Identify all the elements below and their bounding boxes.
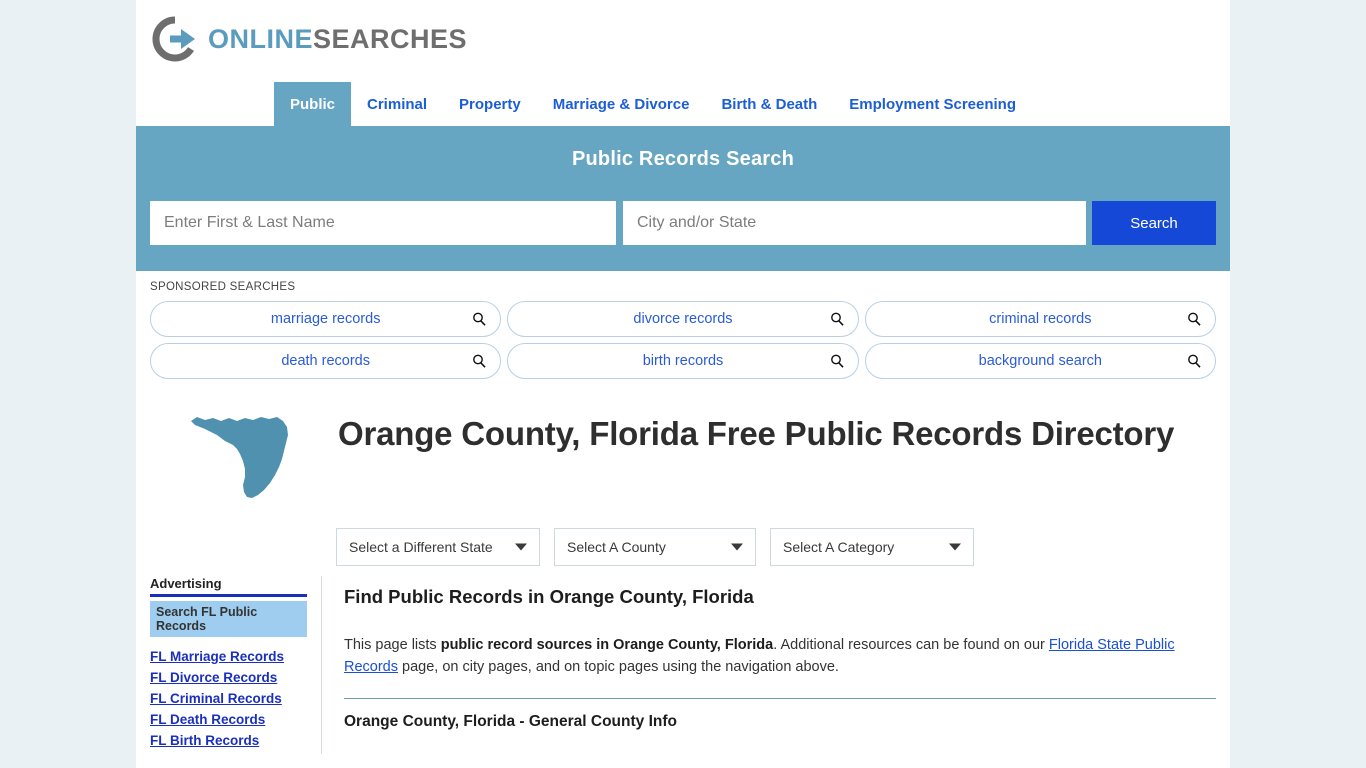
chevron-down-icon (731, 543, 743, 551)
sidebar-link-fl-marriage-records[interactable]: FL Marriage Records (150, 649, 307, 664)
florida-state-map-icon (150, 397, 338, 510)
magnifier-icon (472, 312, 486, 326)
magnifier-icon (830, 312, 844, 326)
county-select[interactable]: Select A County (554, 528, 756, 566)
site-header: ONLINESEARCHES (136, 0, 1230, 82)
location-search-input[interactable] (623, 201, 1086, 245)
sidebar-link-fl-death-records[interactable]: FL Death Records (150, 712, 307, 727)
sponsored-pill-label: divorce records (633, 311, 733, 327)
search-panel-title: Public Records Search (571, 148, 795, 170)
intro-text-2: . Additional resources can be found on o… (773, 637, 1049, 653)
sponsored-pill-marriage-records[interactable]: marriage records (150, 301, 502, 337)
advertising-link-list: FL Marriage Records FL Divorce Records F… (150, 649, 307, 748)
search-form: Search (150, 201, 1216, 245)
sponsored-searches-label: SPONSORED SEARCHES (150, 281, 296, 293)
sponsored-searches-section: SPONSORED SEARCHES marriage records divo… (136, 271, 1230, 379)
main-content: Find Public Records in Orange County, Fl… (322, 576, 1216, 754)
sponsored-pill-label: death records (281, 353, 370, 369)
logo-wordmark: ONLINESEARCHES (208, 23, 468, 54)
county-select-label: Select A County (567, 539, 666, 555)
nav-item-property[interactable]: Property (443, 82, 537, 126)
name-search-input[interactable] (150, 201, 616, 245)
page-container: ONLINESEARCHES Public Criminal Property … (136, 0, 1230, 768)
nav-item-criminal[interactable]: Criminal (351, 82, 443, 126)
magnifier-icon (472, 354, 486, 368)
magnifier-icon (1187, 354, 1201, 368)
sidebar-link-fl-birth-records[interactable]: FL Birth Records (150, 733, 307, 748)
nav-item-employment-screening[interactable]: Employment Screening (833, 82, 1032, 126)
sidebar-link-fl-criminal-records[interactable]: FL Criminal Records (150, 691, 307, 706)
sponsored-row-2: death records birth records background s… (150, 343, 1216, 379)
nav-item-marriage-divorce[interactable]: Marriage & Divorce (537, 82, 706, 126)
sponsored-pill-birth-records[interactable]: birth records (507, 343, 859, 379)
chevron-down-icon (949, 543, 961, 551)
circle-arrow-logo-icon (152, 16, 198, 62)
search-submit-button[interactable]: Search (1092, 201, 1216, 245)
intro-text-1: This page lists (344, 637, 441, 653)
main-navigation: Public Criminal Property Marriage & Divo… (136, 82, 1230, 126)
sponsored-row-1: marriage records divorce records crimina… (150, 301, 1216, 337)
sponsored-pill-label: background search (978, 353, 1102, 369)
page-title: Orange County, Florida Free Public Recor… (338, 415, 1175, 452)
page-body: Advertising Search FL Public Records FL … (136, 566, 1230, 754)
page-title-block: Orange County, Florida Free Public Recor… (136, 385, 1230, 510)
public-records-search-panel: Public Records Search Search (136, 126, 1230, 271)
nav-item-birth-death[interactable]: Birth & Death (705, 82, 833, 126)
site-logo[interactable]: ONLINESEARCHES (152, 16, 1230, 62)
sidebar-link-fl-divorce-records[interactable]: FL Divorce Records (150, 670, 307, 685)
filter-selectors: Select a Different State Select A County… (136, 510, 1230, 566)
sponsored-pill-label: criminal records (989, 311, 1092, 327)
category-select-label: Select A Category (783, 539, 895, 555)
nav-item-public[interactable]: Public (274, 82, 352, 126)
advertising-sidebar: Advertising Search FL Public Records FL … (150, 576, 322, 754)
section-heading: Find Public Records in Orange County, Fl… (344, 586, 754, 607)
logo-word-online: ONLINE (208, 23, 314, 54)
advertising-heading: Advertising (150, 576, 222, 591)
magnifier-icon (830, 354, 844, 368)
intro-paragraph: This page lists public record sources in… (344, 634, 1216, 678)
category-select[interactable]: Select A Category (770, 528, 974, 566)
sponsored-pill-divorce-records[interactable]: divorce records (507, 301, 859, 337)
sponsored-pill-background-search[interactable]: background search (864, 343, 1216, 379)
advertising-divider (150, 594, 307, 597)
sponsored-pill-label: birth records (642, 353, 724, 369)
general-county-info-heading: Orange County, Florida - General County … (344, 713, 677, 730)
sponsored-pill-death-records[interactable]: death records (150, 343, 502, 379)
search-fl-public-records-button[interactable]: Search FL Public Records (150, 601, 307, 637)
state-select-label: Select a Different State (349, 539, 493, 555)
content-divider (344, 698, 1216, 699)
state-select[interactable]: Select a Different State (336, 528, 540, 566)
sponsored-pill-criminal-records[interactable]: criminal records (864, 301, 1216, 337)
sponsored-pill-label: marriage records (270, 311, 381, 327)
intro-text-3: page, on city pages, and on topic pages … (398, 659, 839, 675)
logo-word-searches: SEARCHES (313, 23, 468, 54)
chevron-down-icon (515, 543, 527, 551)
magnifier-icon (1187, 312, 1201, 326)
intro-bold-phrase: public record sources in Orange County, … (440, 637, 774, 653)
